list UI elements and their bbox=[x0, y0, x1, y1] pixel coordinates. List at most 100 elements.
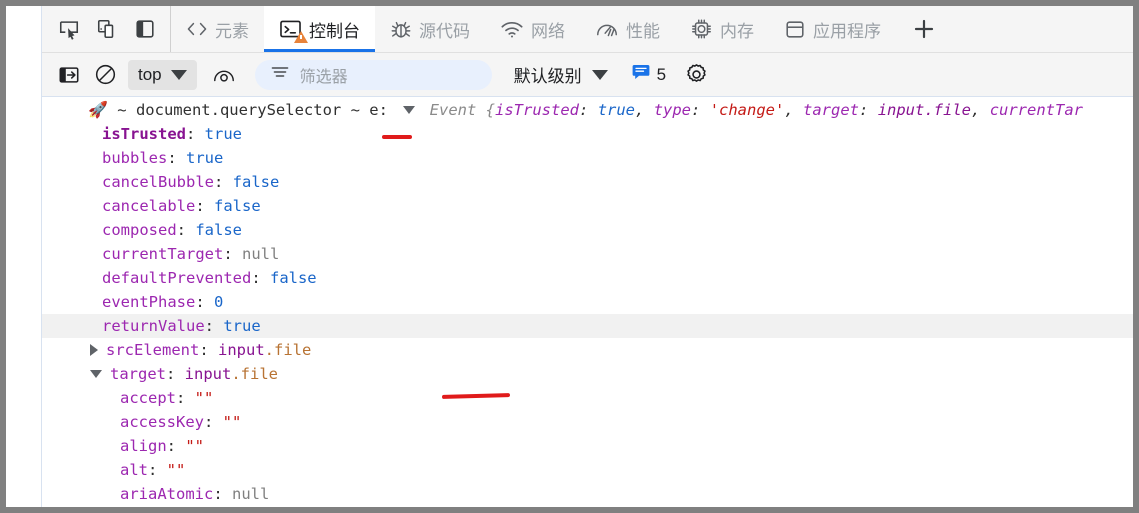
property-separator: : bbox=[166, 437, 186, 455]
property-value: "" bbox=[185, 437, 205, 455]
object-property-row[interactable]: align: "" bbox=[42, 434, 1133, 458]
property-separator: : bbox=[167, 149, 186, 167]
property-key: cancelable bbox=[102, 197, 196, 215]
property-separator: : bbox=[223, 245, 242, 263]
property-value: true bbox=[223, 317, 261, 335]
property-separator: : bbox=[148, 461, 167, 479]
tab-performance-label: 性能 bbox=[626, 21, 660, 41]
preview-value: true bbox=[597, 101, 636, 119]
property-key: accept bbox=[120, 389, 176, 407]
property-value: "" bbox=[166, 461, 186, 479]
console-log-entry-header[interactable]: 🚀 ~ document.querySelector ~ e: Event {i… bbox=[42, 98, 1133, 122]
preview-sep: : bbox=[691, 101, 710, 119]
object-property-row[interactable]: srcElement: input.file bbox=[42, 338, 1133, 362]
property-key: composed bbox=[102, 221, 177, 239]
property-key: align bbox=[120, 437, 167, 455]
tab-application-label: 应用程序 bbox=[813, 21, 881, 41]
object-property-row[interactable]: alt: "" bbox=[42, 458, 1133, 482]
execution-context-select[interactable]: top bbox=[128, 59, 197, 90]
property-expand-icon[interactable] bbox=[90, 343, 98, 356]
property-value: true bbox=[204, 125, 242, 143]
property-key: isTrusted bbox=[102, 125, 186, 143]
property-separator: : bbox=[199, 341, 218, 359]
object-property-row[interactable]: cancelable: false bbox=[42, 194, 1133, 218]
tab-network-label: 网络 bbox=[531, 21, 565, 41]
add-tab-button[interactable] bbox=[896, 6, 952, 52]
object-expander-icon[interactable] bbox=[403, 105, 416, 114]
object-property-row[interactable]: ariaAtomic: null bbox=[42, 482, 1133, 506]
bug-sources-icon bbox=[390, 19, 412, 40]
memory-chip-icon bbox=[690, 18, 713, 40]
rocket-emoji: 🚀 bbox=[88, 100, 108, 119]
filter-lines-icon bbox=[271, 65, 289, 84]
property-key: currentTarget bbox=[102, 245, 224, 263]
property-separator: : bbox=[213, 173, 233, 191]
tab-performance[interactable]: 性能 bbox=[580, 6, 675, 52]
tab-memory[interactable]: 内存 bbox=[675, 6, 769, 52]
object-property-row[interactable]: cancelBubble: false bbox=[42, 170, 1133, 194]
property-separator: : bbox=[176, 221, 196, 239]
console-toolbar: top 筛选器 默认级别 5 bbox=[42, 53, 1133, 97]
object-property-row[interactable]: isTrusted: true bbox=[42, 122, 1133, 146]
property-value-class: .file bbox=[231, 365, 279, 383]
property-value[interactable]: input.file bbox=[185, 365, 278, 383]
tab-sources[interactable]: 源代码 bbox=[375, 6, 485, 52]
tab-application[interactable]: 应用程序 bbox=[769, 6, 896, 52]
preview-key: type bbox=[653, 101, 692, 119]
gauge-performance-icon bbox=[595, 20, 619, 39]
object-property-row[interactable]: defaultPrevented: false bbox=[42, 266, 1133, 290]
property-value: false bbox=[195, 221, 242, 239]
object-property-row[interactable]: accept: "" bbox=[42, 386, 1133, 410]
property-key: cancelBubble bbox=[102, 173, 214, 191]
preview-key: currentTar bbox=[989, 101, 1084, 119]
property-separator: : bbox=[195, 197, 214, 215]
object-property-row[interactable]: composed: false bbox=[42, 218, 1133, 242]
property-value: null bbox=[232, 485, 270, 503]
property-value: 0 bbox=[214, 293, 224, 311]
property-value: "" bbox=[194, 389, 214, 407]
property-separator: : bbox=[176, 389, 195, 407]
log-level-select[interactable]: 默认级别 bbox=[514, 62, 608, 87]
property-separator: : bbox=[195, 293, 214, 311]
object-property-row[interactable]: bubbles: true bbox=[42, 146, 1133, 170]
object-property-row[interactable]: accessKey: "" bbox=[42, 410, 1133, 434]
preview-value: input.file bbox=[877, 101, 972, 119]
property-key: ariaAtomic bbox=[120, 485, 214, 503]
chevron-down-icon bbox=[591, 69, 608, 80]
property-value-class: .file bbox=[264, 341, 312, 359]
execution-context-value: top bbox=[138, 64, 162, 84]
console-sidebar-toggle-icon[interactable] bbox=[52, 59, 86, 91]
tab-network[interactable]: 网络 bbox=[485, 6, 580, 52]
eye-live-expression-icon[interactable] bbox=[207, 59, 241, 91]
issues-speech-bubble-icon bbox=[632, 64, 650, 85]
device-toolbar-icon[interactable] bbox=[88, 10, 126, 48]
dock-side-panel-icon[interactable] bbox=[126, 10, 164, 48]
console-warning-badge bbox=[294, 31, 308, 43]
filter-placeholder: 筛选器 bbox=[299, 68, 348, 86]
object-property-row[interactable]: eventPhase: 0 bbox=[42, 290, 1133, 314]
property-key: target bbox=[110, 365, 166, 383]
property-key: bubbles bbox=[102, 149, 168, 167]
tab-memory-label: 内存 bbox=[720, 21, 754, 41]
log-prefix-tilde-2: ~ bbox=[350, 101, 360, 119]
clear-console-icon[interactable] bbox=[88, 59, 122, 91]
filter-input[interactable]: 筛选器 bbox=[254, 59, 492, 90]
gear-settings-icon[interactable] bbox=[684, 62, 709, 87]
object-property-row[interactable]: returnValue: true bbox=[42, 314, 1133, 338]
inspect-element-icon[interactable] bbox=[50, 10, 88, 48]
tab-elements[interactable]: 元素 bbox=[171, 6, 264, 52]
preview-key: isTrusted bbox=[495, 101, 580, 119]
preview-comma: , bbox=[971, 101, 990, 119]
property-key: alt bbox=[120, 461, 148, 479]
property-collapse-icon[interactable] bbox=[90, 369, 102, 378]
property-value-tag: input bbox=[184, 365, 232, 383]
property-separator: : bbox=[204, 413, 223, 431]
issues-counter[interactable]: 5 bbox=[632, 64, 666, 85]
property-value[interactable]: input.file bbox=[218, 341, 311, 359]
tab-console[interactable]: 控制台 bbox=[264, 6, 375, 52]
wifi-network-icon bbox=[500, 20, 524, 39]
preview-value: 'change' bbox=[709, 101, 785, 119]
object-property-row[interactable]: target: input.file bbox=[42, 362, 1133, 386]
property-separator: : bbox=[186, 125, 205, 143]
object-property-row[interactable]: currentTarget: null bbox=[42, 242, 1133, 266]
